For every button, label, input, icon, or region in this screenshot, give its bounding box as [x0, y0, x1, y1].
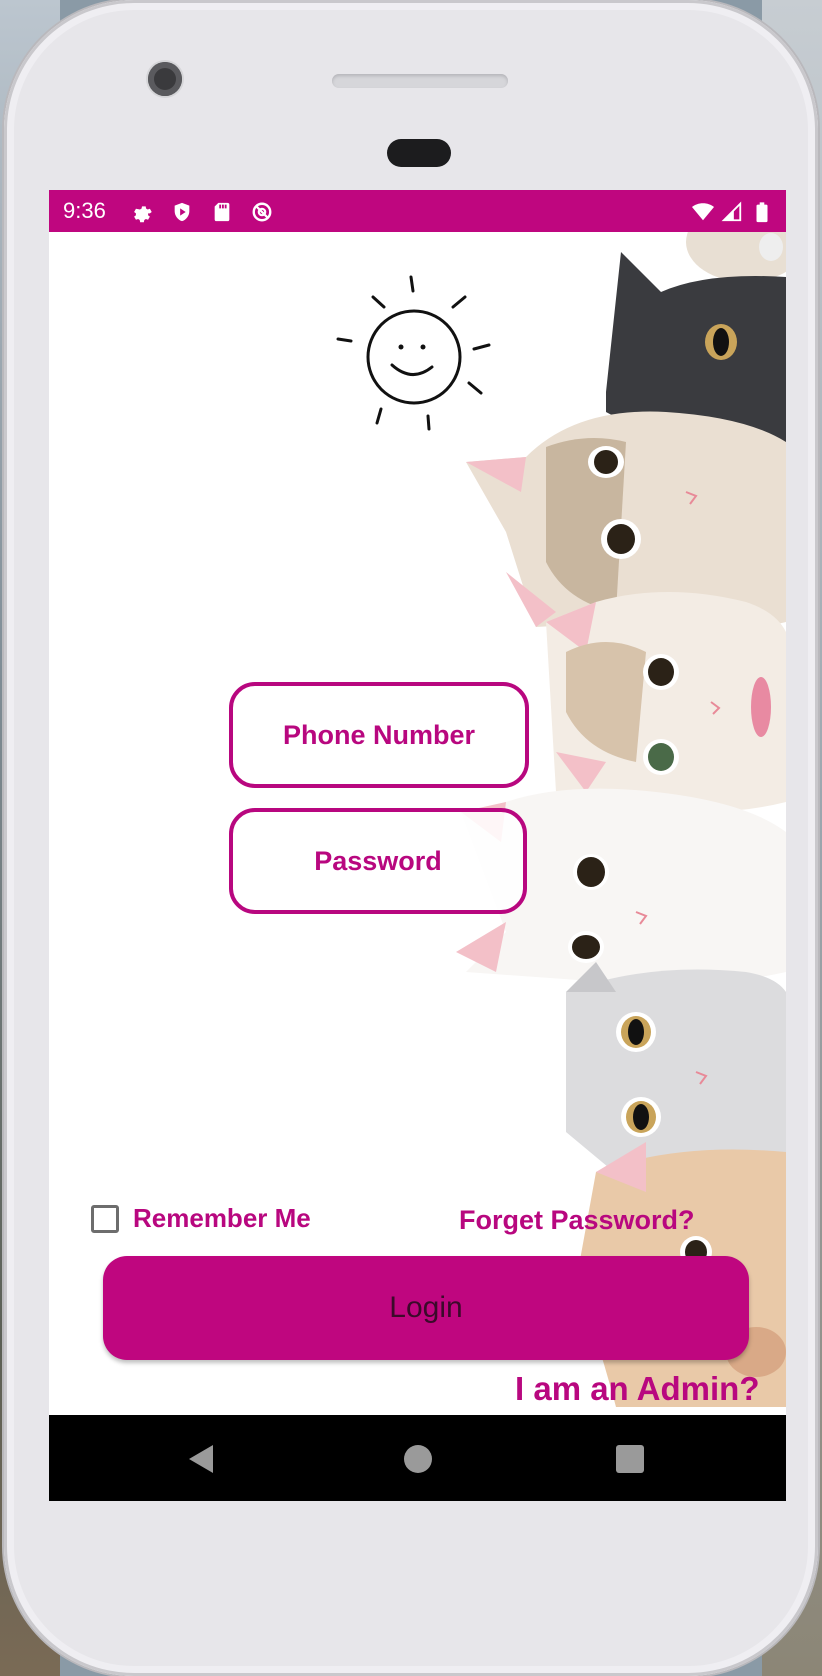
phone-frame: 9:36 Phone Number Password Remember Me F… — [4, 0, 818, 1676]
cell-signal-icon — [721, 201, 743, 223]
shield-play-icon — [171, 201, 193, 223]
cat-white-tan — [546, 592, 786, 812]
admin-link[interactable]: I am an Admin? — [515, 1370, 759, 1408]
status-time: 9:36 — [63, 198, 106, 223]
remember-me-checkbox[interactable] — [91, 1204, 119, 1233]
settings-icon — [131, 201, 153, 223]
login-button[interactable]: Login — [103, 1256, 749, 1360]
device-screen: 9:36 Phone Number Password Remember Me F… — [49, 190, 786, 1501]
phone-number-input[interactable]: Phone Number — [229, 682, 529, 788]
front-camera — [148, 62, 182, 96]
sd-card-icon — [211, 201, 233, 223]
password-placeholder: Password — [314, 845, 442, 876]
forget-password-link[interactable]: Forget Password? — [459, 1205, 695, 1236]
smiling-sun-icon — [336, 275, 491, 431]
navigation-bar — [49, 1415, 786, 1501]
status-bar: 9:36 — [49, 190, 786, 232]
recents-icon[interactable] — [616, 1445, 644, 1473]
remember-me[interactable]: Remember Me — [91, 1203, 311, 1234]
back-icon[interactable] — [189, 1445, 213, 1473]
earpiece-speaker — [332, 74, 508, 88]
wifi-icon — [692, 201, 714, 223]
password-input[interactable]: Password — [229, 808, 527, 914]
at-sign-icon — [251, 201, 273, 223]
remember-me-label: Remember Me — [133, 1203, 311, 1233]
battery-icon — [751, 201, 773, 223]
cat-top-partial — [686, 232, 786, 282]
proximity-sensor — [387, 139, 451, 167]
phone-number-placeholder: Phone Number — [282, 719, 476, 750]
home-icon[interactable] — [404, 1445, 432, 1473]
